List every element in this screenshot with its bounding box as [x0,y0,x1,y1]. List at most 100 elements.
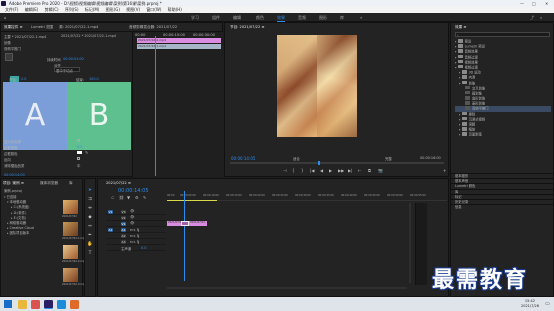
horizontal-scrollbar[interactable] [167,287,407,289]
program-playhead[interactable] [318,161,320,165]
search-taskbar-icon[interactable] [31,300,40,309]
track-master-value[interactable]: 0.0 [141,246,146,250]
track-v3-eye-icon[interactable]: 👁 [130,209,134,213]
workspace-graphics[interactable]: 图形 [319,15,327,21]
workspace-audio[interactable]: 音频 [298,15,306,21]
add-button[interactable]: + [443,168,446,173]
start-value[interactable]: 0.0 [21,77,26,81]
source-clip-label[interactable]: 主要 * 2021/07/22-1.mp4 [4,34,46,39]
play-transition-icon[interactable] [5,53,13,61]
step-forward-button[interactable]: ▶▶ [338,168,344,173]
mini-clip-1[interactable]: 2021/07/22-2.mp4 [137,38,221,43]
tree-item-team-projects[interactable]: ▸ 团队项目版本 [4,231,56,236]
go-to-in-button[interactable]: } [301,168,304,173]
play-button[interactable]: ▶ [329,168,332,173]
lift-button[interactable]: ⊢ [358,168,361,173]
more-workspaces-icon[interactable]: » [360,15,362,20]
thumb-1[interactable] [63,200,78,214]
hand-tool-icon[interactable]: ✋ [87,242,93,248]
clock[interactable]: 15:42 2021/7/26 [521,299,539,308]
tab-program[interactable]: 节目: 2021/07/22 ≡ [230,25,264,30]
pen-tool-icon[interactable]: ✒ [87,233,93,239]
mini-clip-2[interactable]: 2021/07/22-1.mp4 [137,44,221,49]
effects-search-input[interactable]: ⌕ [455,32,550,37]
track-a3-mute[interactable]: M S 🎙 [130,240,140,244]
program-scrub-bar[interactable] [230,161,444,165]
timeline-settings-icon[interactable]: ⚙ [135,195,139,200]
effect-controls-timecode[interactable]: 00:00:14:00 [4,173,25,177]
workspace-effects[interactable]: 效果 [277,15,285,22]
thumb-4[interactable] [63,268,78,282]
resolution-dropdown[interactable]: 完整 [385,156,392,161]
search-icon[interactable]: ⌕ [540,15,542,20]
show-actual-checkbox[interactable] [77,139,80,142]
maximize-icon[interactable]: □ [532,0,536,7]
ripple-edit-tool-icon[interactable]: ⇹ [87,206,93,212]
notification-icon[interactable]: ▭ [545,301,550,307]
program-timecode[interactable]: 00:00:14:05 [231,156,255,161]
captions-icon[interactable]: ✎ [143,195,146,200]
workspace-color[interactable]: 颜色 [256,15,264,21]
track-v2-eye-icon[interactable]: 👁 [130,215,134,219]
antialias-value[interactable]: 中 [77,163,80,168]
track-select-tool-icon[interactable]: ⇉ [87,197,93,203]
timeline-clip-v1b[interactable]: 2021/07/22-2 [189,221,207,226]
eyedropper-icon[interactable]: ✎ [85,150,88,155]
linked-selection-icon[interactable]: ⛓ [119,195,124,200]
home-icon[interactable]: ⌂ [4,15,7,20]
tab-source[interactable]: 源: 2021/07/22-1.mp4 [59,25,98,30]
premiere-taskbar-icon[interactable] [44,300,53,309]
tab-media-browser[interactable]: 媒体浏览器 [40,181,58,186]
border-color-swatch[interactable] [77,151,82,154]
track-a2-label[interactable]: A2 [121,234,126,238]
workspace-learn[interactable]: 学习 [191,15,199,21]
export-frame-button[interactable]: 📷 [378,168,383,173]
track-v3-target[interactable]: V1 [108,210,113,214]
effects-item-page-peel[interactable]: ▸ 页面剥落 [455,132,551,137]
add-marker-icon[interactable]: ▼ [127,195,130,200]
workspace-libraries[interactable]: 库 [340,15,344,21]
tab-library[interactable]: 库 [69,181,73,186]
align-dropdown[interactable]: 居中于切点 [54,67,80,73]
track-a1-target[interactable]: A1 [108,228,113,232]
step-back-button[interactable]: ◀ [320,168,323,173]
type-tool-icon[interactable]: T [87,251,93,257]
start-icon[interactable] [4,300,12,308]
firefox-taskbar-icon[interactable] [70,300,79,309]
explorer-icon[interactable] [18,300,27,309]
share-icon[interactable]: ⤴ [530,15,534,21]
timeline-timecode[interactable]: 00:00:14:05 [118,188,149,194]
track-a1-label[interactable]: A1 [121,228,126,232]
selection-tool-icon[interactable]: ➤ [87,188,93,194]
tab-timeline[interactable]: 2021/07/22 ≡ [106,181,131,185]
tab-audio-clip-mixer[interactable]: 音频剪辑混合器: 2021/07/22 [129,25,177,30]
reverse-checkbox[interactable] [77,157,80,160]
thumb-2[interactable] [63,222,78,236]
tab-project[interactable]: 项目: 案例 ≡ [3,181,24,186]
go-to-end-button[interactable]: ▶| [348,168,352,173]
go-to-start-button[interactable]: |◀ [310,168,314,173]
transition-marker[interactable] [181,221,189,226]
track-v3-label[interactable]: V3 [121,210,126,214]
track-a1-mute[interactable]: M S 🎙 [130,228,140,232]
workspace-assembly[interactable]: 组件 [212,15,220,21]
slip-tool-icon[interactable]: ↔ [87,224,93,230]
work-area-bar[interactable] [167,200,217,201]
app-taskbar-icon[interactable] [57,300,66,309]
track-a3-label[interactable]: A3 [121,240,126,244]
track-v1-eye-icon[interactable]: 👁 [130,221,134,225]
duration-value[interactable]: 00:00:01:00 [63,57,84,61]
vertical-scrollbar[interactable] [409,203,411,283]
end-value[interactable]: 100.0 [89,77,99,81]
minimize-icon[interactable]: — [520,0,524,7]
extract-button[interactable]: ⧉ [368,168,371,173]
timeline-playhead[interactable] [184,191,185,281]
razor-tool-icon[interactable]: ◆ [87,215,93,221]
close-icon[interactable]: ✕ [545,0,548,7]
mark-in-button[interactable]: ⊣ [283,168,286,173]
track-v2-label[interactable]: V2 [121,216,126,220]
border-width-value[interactable]: 0.0 [77,145,82,149]
thumb-3[interactable] [63,245,78,259]
mini-playhead[interactable] [155,36,156,176]
track-a2-mute[interactable]: M S 🎙 [130,234,140,238]
